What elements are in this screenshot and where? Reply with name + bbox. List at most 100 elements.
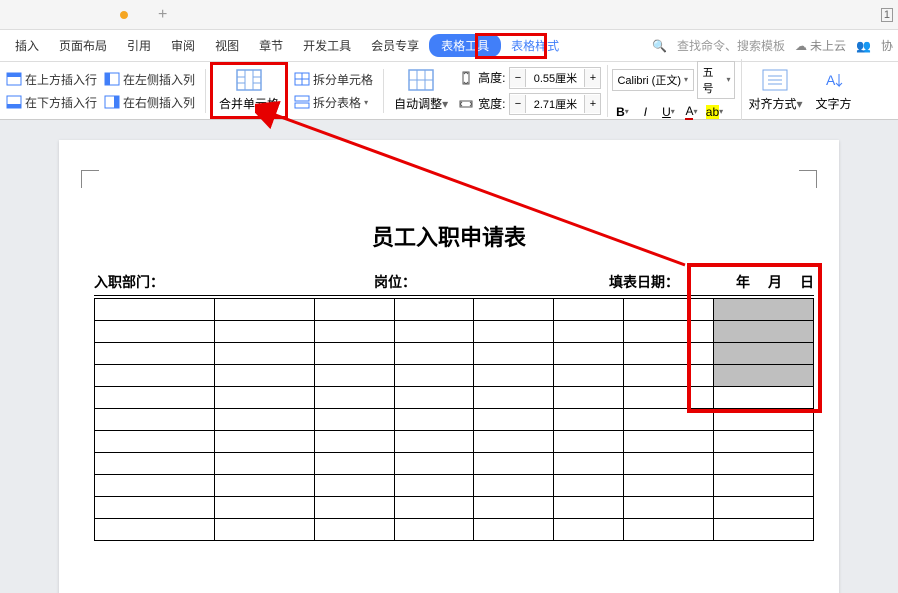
insert-row-above[interactable]: 在上方插入行 <box>4 69 99 90</box>
table-cell[interactable] <box>714 453 814 475</box>
table-cell[interactable] <box>394 321 474 343</box>
text-direction-button[interactable]: A 文字方 <box>809 65 859 116</box>
table-cell[interactable] <box>214 343 314 365</box>
table-cell[interactable] <box>314 431 394 453</box>
table-cell[interactable] <box>394 343 474 365</box>
table-cell[interactable] <box>314 365 394 387</box>
table-cell[interactable] <box>714 387 814 409</box>
table-cell[interactable] <box>394 409 474 431</box>
table-cell[interactable] <box>624 497 714 519</box>
table-cell[interactable] <box>95 365 215 387</box>
table-cell[interactable] <box>394 497 474 519</box>
table-cell[interactable] <box>314 519 394 541</box>
table-cell[interactable] <box>474 453 554 475</box>
collab-icon[interactable]: 👥 <box>856 39 871 53</box>
table-cell[interactable] <box>394 453 474 475</box>
table-cell[interactable] <box>394 431 474 453</box>
menu-section[interactable]: 章节 <box>249 33 293 58</box>
employee-form-table[interactable] <box>94 298 814 541</box>
table-cell[interactable] <box>624 453 714 475</box>
table-cell[interactable] <box>314 387 394 409</box>
width-plus[interactable]: + <box>584 95 600 113</box>
menu-page-layout[interactable]: 页面布局 <box>49 33 117 58</box>
table-cell[interactable] <box>554 387 624 409</box>
table-cell[interactable] <box>95 299 215 321</box>
table-cell[interactable] <box>95 519 215 541</box>
auto-fit-button[interactable]: 自动调整▾ <box>388 65 454 116</box>
table-row[interactable] <box>95 343 814 365</box>
table-row[interactable] <box>95 299 814 321</box>
table-cell[interactable] <box>214 431 314 453</box>
menu-member[interactable]: 会员专享 <box>361 33 429 58</box>
table-cell[interactable] <box>554 365 624 387</box>
table-cell[interactable] <box>624 321 714 343</box>
table-cell[interactable] <box>554 475 624 497</box>
table-cell[interactable] <box>624 409 714 431</box>
table-cell[interactable] <box>314 497 394 519</box>
menu-view[interactable]: 视图 <box>205 33 249 58</box>
table-cell[interactable] <box>214 321 314 343</box>
table-cell[interactable] <box>214 475 314 497</box>
table-row[interactable] <box>95 387 814 409</box>
table-cell[interactable] <box>624 475 714 497</box>
table-cell[interactable] <box>314 475 394 497</box>
highlight-button[interactable]: ab▾ <box>704 103 724 121</box>
insert-row-below[interactable]: 在下方插入行 <box>4 92 99 113</box>
search-placeholder[interactable]: 查找命令、搜索模板 <box>677 37 785 54</box>
table-cell[interactable] <box>474 365 554 387</box>
search-icon[interactable]: 🔍 <box>652 39 667 53</box>
table-row[interactable] <box>95 453 814 475</box>
height-plus[interactable]: + <box>584 69 600 87</box>
table-cell[interactable] <box>394 299 474 321</box>
table-cell[interactable] <box>554 453 624 475</box>
table-cell[interactable] <box>474 321 554 343</box>
font-color-button[interactable]: A▾ <box>681 103 701 121</box>
table-row[interactable] <box>95 497 814 519</box>
underline-button[interactable]: U▾ <box>658 103 678 121</box>
width-minus[interactable]: − <box>510 95 526 113</box>
table-cell[interactable] <box>714 497 814 519</box>
menu-table-tools[interactable]: 表格工具 <box>429 34 501 57</box>
table-cell[interactable] <box>95 321 215 343</box>
table-cell[interactable] <box>554 299 624 321</box>
table-cell[interactable] <box>95 475 215 497</box>
table-row[interactable] <box>95 519 814 541</box>
table-cell[interactable] <box>394 519 474 541</box>
table-cell[interactable] <box>394 365 474 387</box>
table-cell[interactable] <box>554 321 624 343</box>
table-row[interactable] <box>95 475 814 497</box>
height-value[interactable]: 0.55厘米 <box>526 68 584 88</box>
menu-review[interactable]: 审阅 <box>161 33 205 58</box>
font-size-select[interactable]: 五号▾ <box>697 61 735 99</box>
table-cell[interactable] <box>554 409 624 431</box>
table-cell[interactable] <box>554 519 624 541</box>
table-cell[interactable] <box>624 343 714 365</box>
italic-button[interactable]: I <box>635 103 655 121</box>
table-cell[interactable] <box>554 431 624 453</box>
table-cell[interactable] <box>474 343 554 365</box>
table-cell[interactable] <box>714 431 814 453</box>
table-row[interactable] <box>95 409 814 431</box>
menu-references[interactable]: 引用 <box>117 33 161 58</box>
table-cell[interactable] <box>394 387 474 409</box>
table-cell[interactable] <box>624 431 714 453</box>
table-cell[interactable] <box>314 409 394 431</box>
table-cell[interactable] <box>624 299 714 321</box>
table-cell[interactable] <box>714 519 814 541</box>
menu-dev-tools[interactable]: 开发工具 <box>293 33 361 58</box>
table-cell[interactable] <box>474 519 554 541</box>
table-cell[interactable] <box>714 365 814 387</box>
new-tab-button[interactable]: + <box>158 6 167 24</box>
table-cell[interactable] <box>95 453 215 475</box>
table-cell[interactable] <box>474 497 554 519</box>
table-cell[interactable] <box>214 453 314 475</box>
table-cell[interactable] <box>95 497 215 519</box>
width-value[interactable]: 2.71厘米 <box>526 94 584 114</box>
table-cell[interactable] <box>95 431 215 453</box>
align-button[interactable]: 对齐方式▾ <box>742 65 808 116</box>
table-cell[interactable] <box>314 321 394 343</box>
table-cell[interactable] <box>95 409 215 431</box>
table-cell[interactable] <box>214 365 314 387</box>
table-cell[interactable] <box>714 475 814 497</box>
table-cell[interactable] <box>474 475 554 497</box>
